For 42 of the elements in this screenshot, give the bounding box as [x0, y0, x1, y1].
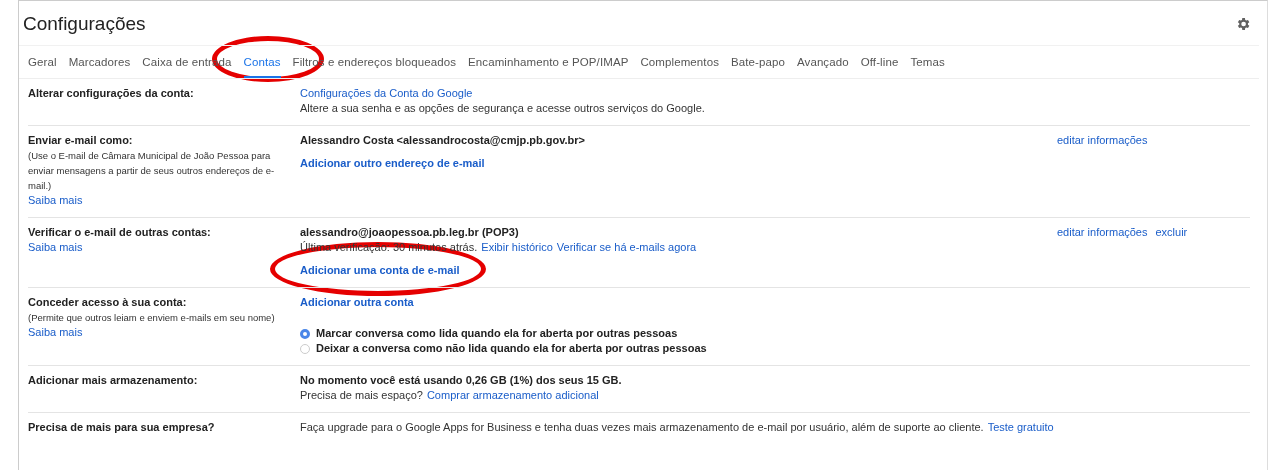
- page-title: Configurações: [23, 13, 146, 35]
- settings-tab[interactable]: Complementos: [640, 46, 719, 78]
- settings-tab[interactable]: Encaminhamento e POP/IMAP: [468, 46, 629, 78]
- info-text: Altere a sua senha e as opções de segurança e acesse outros serviços do Google.: [300, 101, 705, 116]
- learn-more-link[interactable]: Saiba mais: [28, 325, 83, 340]
- setting-label: Precisa de mais para sua empresa?: [28, 420, 215, 435]
- learn-more-link[interactable]: Saiba mais: [28, 240, 83, 255]
- account-text: alessandro@joaopessoa.pb.leg.br (POP3): [300, 225, 519, 240]
- settings-icon[interactable]: [1235, 16, 1251, 32]
- settings-tab[interactable]: Bate-papo: [731, 46, 785, 78]
- radio-button[interactable]: [300, 328, 310, 339]
- setting-label: Adicionar mais armazenamento:: [28, 373, 198, 388]
- settings-tab[interactable]: Avançado: [796, 46, 849, 78]
- radio-label[interactable]: Marcar conversa como lida quando ela for aberta por outras pessoas: [316, 326, 678, 341]
- settings-tab[interactable]: Contas: [243, 46, 281, 78]
- account-text: Alessandro Costa <alessandrocosta@cmjp.pb.gov.br>: [300, 133, 585, 148]
- action-link[interactable]: Adicionar outra conta: [300, 295, 414, 310]
- account-text: No momento você está usando 0,26 GB (1%) dos seus 15 GB.: [300, 373, 622, 388]
- setting-note: (Use o E-mail de Câmara Municipal de João Pessoa para enviar mensagens a partir de seus outros endereços de e-mail.): [28, 149, 276, 193]
- setting-label: Enviar e-mail como:: [28, 133, 133, 148]
- setting-label: Alterar configurações da conta:: [28, 86, 194, 101]
- link[interactable]: Verificar se há e-mails agora: [556, 240, 697, 255]
- link[interactable]: Exibir histórico: [481, 240, 553, 255]
- link[interactable]: Teste gratuito: [987, 420, 1054, 435]
- action-link[interactable]: excluir: [1155, 225, 1188, 240]
- settings-tab[interactable]: Geral: [28, 46, 57, 78]
- action-link[interactable]: editar informações: [1057, 133, 1148, 148]
- link[interactable]: Configurações da Conta do Google: [300, 86, 473, 101]
- radio-label[interactable]: Deixar a conversa como não lida quando ela for aberta por outras pessoas: [316, 341, 707, 356]
- action-link[interactable]: Adicionar uma conta de e-mail: [300, 263, 460, 278]
- info-text: Precisa de mais espaço?: [300, 388, 423, 403]
- action-link[interactable]: editar informações: [1057, 225, 1148, 240]
- info-text: Faça upgrade para o Google Apps for Business e tenha duas vezes mais armazenamento de e-mail por usuário, além de suporte ao cliente.: [300, 420, 984, 435]
- setting-label: Verificar o e-mail de outras contas:: [28, 225, 211, 240]
- setting-note: (Permite que outros leiam e enviem e-mails em seu nome): [28, 311, 276, 325]
- settings-tab[interactable]: Temas: [910, 46, 945, 78]
- link[interactable]: Comprar armazenamento adicional: [426, 388, 599, 403]
- setting-label: Conceder acesso à sua conta:: [28, 295, 187, 310]
- settings-tab[interactable]: Off-line: [860, 46, 899, 78]
- learn-more-link[interactable]: Saiba mais: [28, 193, 83, 208]
- action-link[interactable]: Adicionar outro endereço de e-mail: [300, 156, 485, 171]
- settings-tab[interactable]: Marcadores: [68, 46, 131, 78]
